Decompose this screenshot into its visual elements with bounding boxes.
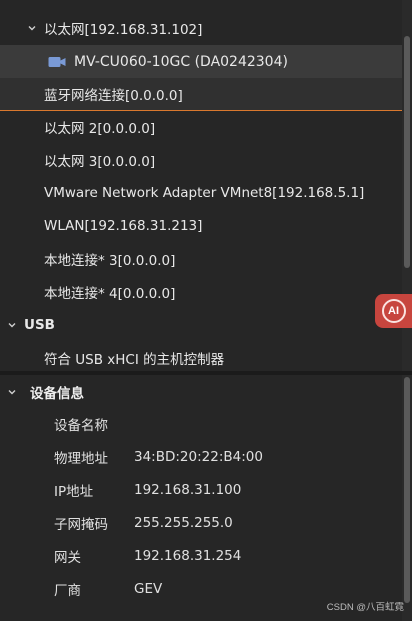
device-info-key: 子网掩码 [54, 516, 108, 533]
device-info-key: IP地址 [54, 483, 94, 500]
tree-item-network-0[interactable]: 蓝牙网络连接[0.0.0.0] [0, 78, 402, 111]
info-scrollbar-thumb[interactable] [404, 377, 410, 603]
tree-item-label: 以太网 3[0.0.0.0] [44, 154, 156, 170]
device-info-key: 厂商 [54, 582, 81, 599]
info-scrollbar[interactable] [402, 375, 412, 621]
tree-item-label: 以太网 2[0.0.0.0] [44, 121, 156, 137]
tree-node-ethernet[interactable]: 以太网[192.168.31.102] [0, 12, 402, 44]
ai-assistant-button[interactable]: AI [375, 294, 412, 328]
device-info-value: 34:BD:20:22:B4:00 [134, 448, 263, 465]
tree-section-usb-label: USB [24, 317, 55, 333]
device-info-row: 子网掩码 255.255.255.0 [0, 506, 402, 539]
tree-item-network-4[interactable]: WLAN[192.168.31.213] [0, 210, 402, 242]
device-info-title: 设备信息 [30, 385, 84, 402]
tree-item-label: 符合 USB xHCI 的主机控制器 [44, 352, 225, 368]
tree-item-network-1[interactable]: 以太网 2[0.0.0.0] [0, 111, 402, 143]
device-info-row: IP地址 192.168.31.100 [0, 473, 402, 506]
ai-assistant-label: AI [381, 299, 406, 323]
tree-item-network-3[interactable]: VMware Network Adapter VMnet8[192.168.5.… [0, 177, 402, 209]
device-info-value: 255.255.255.0 [134, 514, 233, 531]
tree-item-network-6[interactable]: 本地连接* 4[0.0.0.0] [0, 276, 402, 308]
device-tree-panel: 以太网[192.168.31.102] MV-CU060-10GC (DA024… [0, 0, 412, 371]
chevron-down-icon[interactable] [27, 23, 37, 33]
tree-scrollbar-thumb[interactable] [404, 36, 410, 268]
device-info-row: 网关 192.168.31.254 [0, 539, 402, 572]
device-info-value: GEV [134, 580, 163, 597]
tree-item-label: 本地连接* 3[0.0.0.0] [44, 253, 176, 269]
device-info-header[interactable]: 设备信息 [0, 375, 402, 408]
device-info-key: 设备名称 [54, 417, 108, 434]
tree-item-label: 蓝牙网络连接[0.0.0.0] [44, 88, 183, 104]
tree-item-usb-0[interactable]: 符合 USB xHCI 的主机控制器 [0, 342, 402, 371]
tree-item-camera[interactable]: MV-CU060-10GC (DA0242304) [0, 45, 402, 78]
tree-item-network-2[interactable]: 以太网 3[0.0.0.0] [0, 144, 402, 176]
device-info-value: 192.168.31.254 [134, 547, 242, 564]
tree-item-label: 本地连接* 4[0.0.0.0] [44, 286, 176, 302]
tree-node-ethernet-label: 以太网[192.168.31.102] [44, 22, 203, 38]
watermark: CSDN @八百虹霓 [326, 602, 404, 613]
device-info-row: 物理地址 34:BD:20:22:B4:00 [0, 440, 402, 473]
device-info-value: 192.168.31.100 [134, 481, 242, 498]
tree-item-label: WLAN[192.168.31.213] [44, 218, 203, 234]
camera-icon [48, 56, 66, 68]
chevron-down-icon[interactable] [7, 320, 17, 330]
tree-section-usb[interactable]: USB [0, 309, 402, 341]
device-info-row: 设备名称 [0, 407, 402, 440]
tree-item-label: VMware Network Adapter VMnet8[192.168.5.… [44, 185, 365, 201]
device-info-key: 网关 [54, 549, 81, 566]
chevron-down-icon[interactable] [7, 387, 17, 397]
tree-item-network-5[interactable]: 本地连接* 3[0.0.0.0] [0, 243, 402, 275]
device-info-key: 物理地址 [54, 450, 108, 467]
device-info-panel: 设备信息 设备名称 物理地址 34:BD:20:22:B4:00 IP地址 19… [0, 375, 412, 621]
tree-item-camera-label: MV-CU060-10GC (DA0242304) [74, 53, 288, 70]
